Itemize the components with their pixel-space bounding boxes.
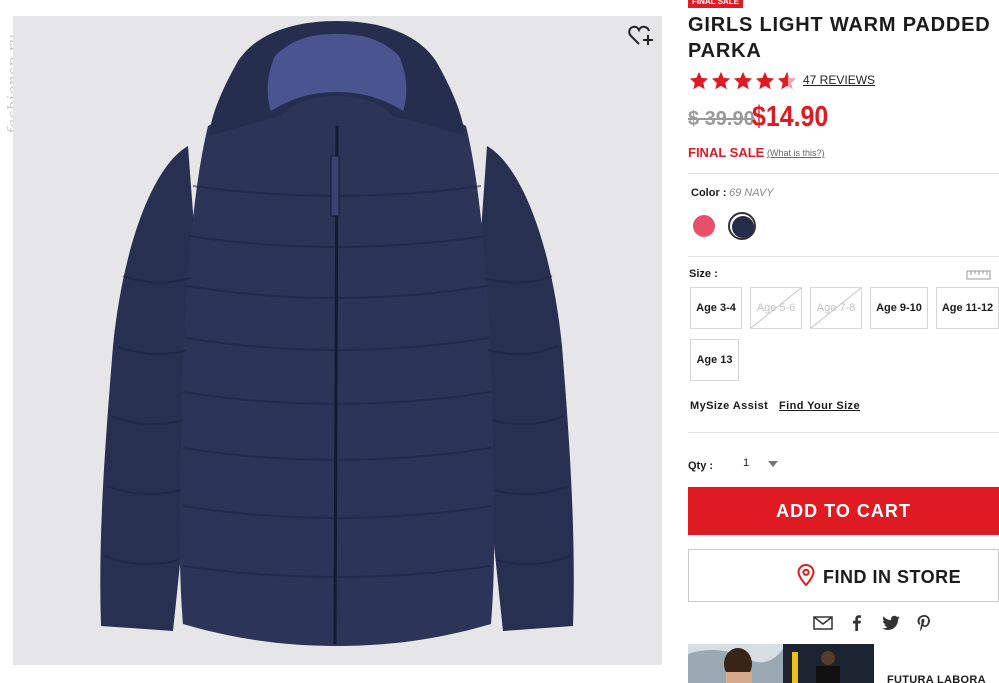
qty-label: Qty :	[688, 460, 714, 472]
star-icon	[733, 71, 753, 90]
size-option-label: Age 3-4	[696, 302, 736, 314]
unavailable-strike	[751, 288, 801, 328]
product-image	[13, 16, 662, 665]
rating-stars	[688, 70, 798, 92]
jacket-photo	[100, 21, 574, 646]
color-swatch-pink[interactable]	[690, 212, 718, 240]
size-option-age-7-8[interactable]: Age 7-8	[810, 287, 862, 329]
final-sale-label: FINAL SALE	[688, 145, 765, 160]
star-icon	[755, 71, 775, 90]
promo-banner[interactable]: FUTURA LABORA	[688, 644, 999, 683]
ruler-icon[interactable]	[966, 267, 992, 281]
color-selected-value: 69 NAVY	[729, 187, 774, 199]
mysize-assist-label: MySize Assist	[690, 400, 769, 412]
qty-value: 1	[743, 457, 750, 469]
color-label: Color :	[691, 187, 727, 199]
size-option-age-13[interactable]: Age 13	[690, 339, 739, 381]
pinterest-icon[interactable]	[914, 614, 934, 632]
unavailable-strike	[811, 288, 861, 328]
reviews-link[interactable]: 47 REVIEWS	[803, 73, 875, 87]
size-option-age-9-10[interactable]: Age 9-10	[870, 287, 928, 329]
size-option-label: Age 11-12	[941, 302, 994, 314]
size-label: Size :	[689, 268, 718, 280]
banner-photo	[688, 644, 874, 683]
divider	[688, 256, 999, 257]
star-icon	[689, 71, 709, 90]
find-your-size-link[interactable]: Find Your Size	[779, 400, 860, 412]
find-in-store-label: FIND IN STORE	[823, 567, 962, 587]
half-star-icon	[777, 71, 797, 90]
size-option-age-5-6[interactable]: Age 5-6	[750, 287, 802, 329]
size-option-label: Age 13	[696, 354, 733, 366]
product-title: GIRLS LIGHT WARM PADDED PARKA	[688, 14, 991, 62]
swatch-color	[732, 216, 754, 238]
what-is-this-link[interactable]: (What is this?)	[767, 148, 825, 158]
chevron-down-icon	[768, 461, 778, 467]
size-option-age-11-12[interactable]: Age 11-12	[936, 287, 999, 329]
add-to-cart-label: ADD TO CART	[776, 500, 911, 521]
swatch-color	[693, 215, 715, 237]
sale-price: $14.90	[752, 101, 829, 133]
product-details: FINAL SALE GIRLS LIGHT WARM PADDED PARKA…	[688, 0, 999, 683]
wishlist-heart-icon[interactable]	[627, 22, 655, 50]
add-to-cart-button[interactable]: ADD TO CART	[688, 487, 999, 535]
location-pin-icon	[797, 564, 815, 586]
size-option-age-3-4[interactable]: Age 3-4	[690, 287, 742, 329]
find-in-store-button[interactable]: FIND IN STORE	[688, 549, 999, 602]
final-sale-tag: FINAL SALE	[688, 0, 743, 8]
divider	[688, 432, 999, 433]
original-price: $ 39.90	[688, 108, 755, 130]
mail-icon[interactable]	[813, 614, 833, 632]
size-option-label: Age 9-10	[876, 302, 922, 314]
color-swatch-navy[interactable]	[728, 212, 756, 240]
facebook-icon[interactable]	[847, 614, 867, 632]
divider	[688, 173, 999, 174]
banner-text: FUTURA LABORA	[887, 674, 986, 683]
twitter-icon[interactable]	[881, 614, 901, 632]
qty-select[interactable]: 1	[738, 453, 788, 475]
star-icon	[711, 71, 731, 90]
